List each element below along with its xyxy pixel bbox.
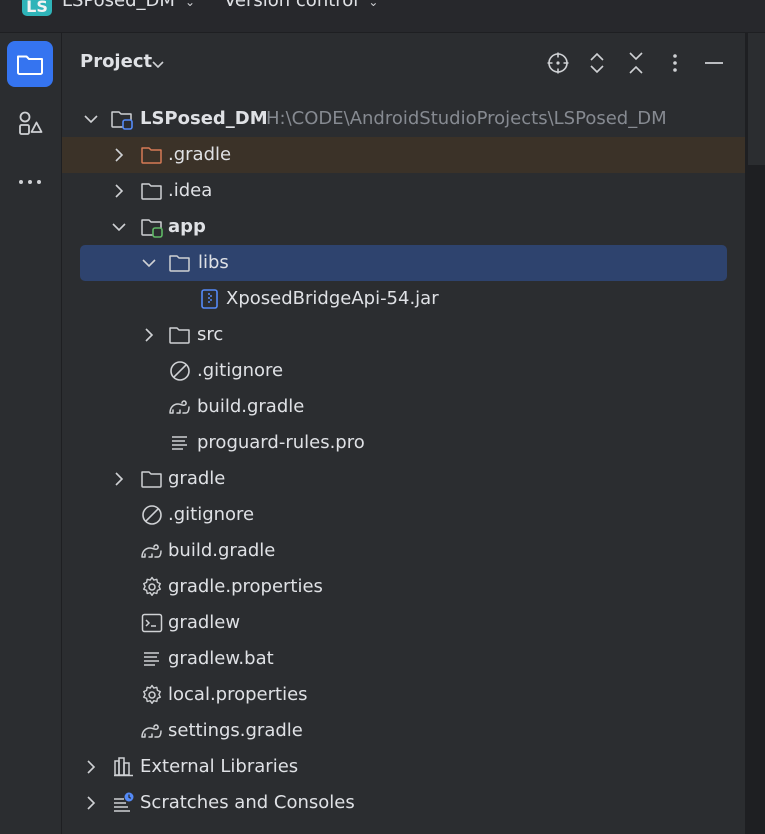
more-horizontal-icon <box>19 180 41 184</box>
tree-row-gitignore[interactable]: .gitignore <box>62 497 745 533</box>
tree-row-external-libraries[interactable]: External Libraries <box>62 749 745 785</box>
tree-row-idea[interactable]: .idea <box>62 173 745 209</box>
tree-label: local.properties <box>168 684 308 705</box>
tree-label: External Libraries <box>140 756 299 777</box>
module-folder-icon <box>111 111 133 130</box>
tool-window-strip <box>0 33 62 834</box>
chevron-right-icon[interactable] <box>110 146 128 164</box>
chevron-right-icon[interactable] <box>82 794 100 812</box>
shapes-icon <box>19 111 43 135</box>
collapse-all-icon[interactable] <box>624 51 648 75</box>
gear-icon <box>143 684 161 704</box>
folder-icon <box>169 255 190 272</box>
tree-row-settings-gradle[interactable]: settings.gradle <box>62 713 745 749</box>
vcs-menu-label: Version control <box>224 0 359 11</box>
tree-row-libs[interactable]: libs <box>80 245 727 281</box>
panel-title[interactable]: Project <box>80 51 152 72</box>
tree-label: build.gradle <box>168 540 276 561</box>
locate-icon[interactable] <box>546 51 570 75</box>
chevron-right-icon[interactable] <box>110 182 128 200</box>
folder-icon <box>141 471 162 488</box>
tree-label: LSPosed_DM <box>140 108 268 129</box>
tree-row-proguard[interactable]: proguard-rules.pro <box>62 425 745 461</box>
tree-row-gradle-properties[interactable]: gradle.properties <box>62 569 745 605</box>
gradle-elephant-icon <box>141 724 162 738</box>
tree-label: libs <box>198 252 229 273</box>
tree-label: gradlew.bat <box>168 648 274 669</box>
project-logo[interactable]: LS <box>22 0 52 16</box>
hide-icon[interactable] <box>702 51 726 75</box>
tree-row-gradle-dir[interactable]: .gradle <box>62 137 745 173</box>
tree-row-build-gradle[interactable]: build.gradle <box>62 533 745 569</box>
vcs-menu[interactable]: Version control ⌄ <box>224 0 378 11</box>
more-tools-button[interactable] <box>7 159 53 205</box>
tree-label: .gitignore <box>168 504 255 525</box>
gear-icon <box>143 576 161 596</box>
folder-icon <box>141 183 162 200</box>
tree-row-root[interactable]: LSPosed_DM H:\CODE\AndroidStudioProjects… <box>62 101 745 137</box>
tree-row-jar[interactable]: XposedBridgeApi-54.jar <box>62 281 745 317</box>
project-tree: LSPosed_DM H:\CODE\AndroidStudioProjects… <box>62 101 745 821</box>
chevron-down-icon[interactable] <box>110 218 128 236</box>
tree-row-app-gitignore[interactable]: .gitignore <box>62 353 745 389</box>
library-icon <box>114 757 133 777</box>
tree-label: gradlew <box>168 612 241 633</box>
tree-row-app[interactable]: app <box>62 209 745 245</box>
ignore-icon <box>142 505 162 525</box>
tree-label: XposedBridgeApi-54.jar <box>226 288 439 309</box>
tree-row-src[interactable]: src <box>62 317 745 353</box>
ignore-icon <box>170 361 190 381</box>
project-path: H:\CODE\AndroidStudioProjects\LSPosed_DM <box>266 108 667 129</box>
tree-row-gradlew-bat[interactable]: gradlew.bat <box>62 641 745 677</box>
tree-label: .gradle <box>168 144 232 165</box>
android-module-icon <box>141 219 163 238</box>
chevron-down-icon[interactable] <box>140 254 158 272</box>
folder-icon <box>169 327 190 344</box>
chevron-right-icon[interactable] <box>82 758 100 776</box>
terminal-icon <box>141 613 163 633</box>
gradle-elephant-icon <box>141 544 162 558</box>
tree-label: .idea <box>168 180 213 201</box>
tree-row-scratches[interactable]: Scratches and Consoles <box>62 785 745 821</box>
title-bar: LS LSPosed_DM ⌄ Version control ⌄ <box>0 0 765 33</box>
tree-label: settings.gradle <box>168 720 303 741</box>
tree-row-gradlew[interactable]: gradlew <box>62 605 745 641</box>
tree-label: gradle.properties <box>168 576 323 597</box>
chevron-down-icon: ⌄ <box>368 0 379 9</box>
tree-label: Scratches and Consoles <box>140 792 355 813</box>
editor-fragment <box>748 93 765 165</box>
chevron-down-icon[interactable] <box>150 56 166 72</box>
text-file-icon <box>172 436 187 450</box>
editor-tab-fragment[interactable] <box>748 33 765 94</box>
tree-row-app-build-gradle[interactable]: build.gradle <box>62 389 745 425</box>
archive-icon <box>201 289 218 309</box>
text-file-icon <box>144 652 159 666</box>
excluded-folder-icon <box>141 147 162 164</box>
tree-row-local-properties[interactable]: local.properties <box>62 677 745 713</box>
tree-label: src <box>197 324 224 345</box>
folder-icon <box>17 55 43 75</box>
structure-tool-button[interactable] <box>7 100 53 146</box>
tree-label: .gitignore <box>197 360 284 381</box>
tree-label: build.gradle <box>197 396 305 417</box>
tree-label: gradle <box>168 468 226 489</box>
project-panel-header: Project <box>62 33 745 93</box>
project-switcher-label: LSPosed_DM <box>62 0 175 11</box>
options-icon[interactable] <box>663 51 687 75</box>
tree-label: app <box>168 216 206 237</box>
tree-label: proguard-rules.pro <box>197 432 365 453</box>
gradle-elephant-icon <box>169 400 190 414</box>
scratches-icon <box>114 792 134 812</box>
chevron-down-icon[interactable] <box>82 110 100 128</box>
editor-edge <box>745 33 765 834</box>
tree-row-gradle[interactable]: gradle <box>62 461 745 497</box>
project-switcher[interactable]: LSPosed_DM ⌄ <box>62 0 195 11</box>
chevron-right-icon[interactable] <box>110 470 128 488</box>
chevron-down-icon: ⌄ <box>184 0 196 9</box>
expand-all-icon[interactable] <box>585 51 609 75</box>
chevron-right-icon[interactable] <box>140 326 158 344</box>
project-tool-button[interactable] <box>7 41 53 87</box>
